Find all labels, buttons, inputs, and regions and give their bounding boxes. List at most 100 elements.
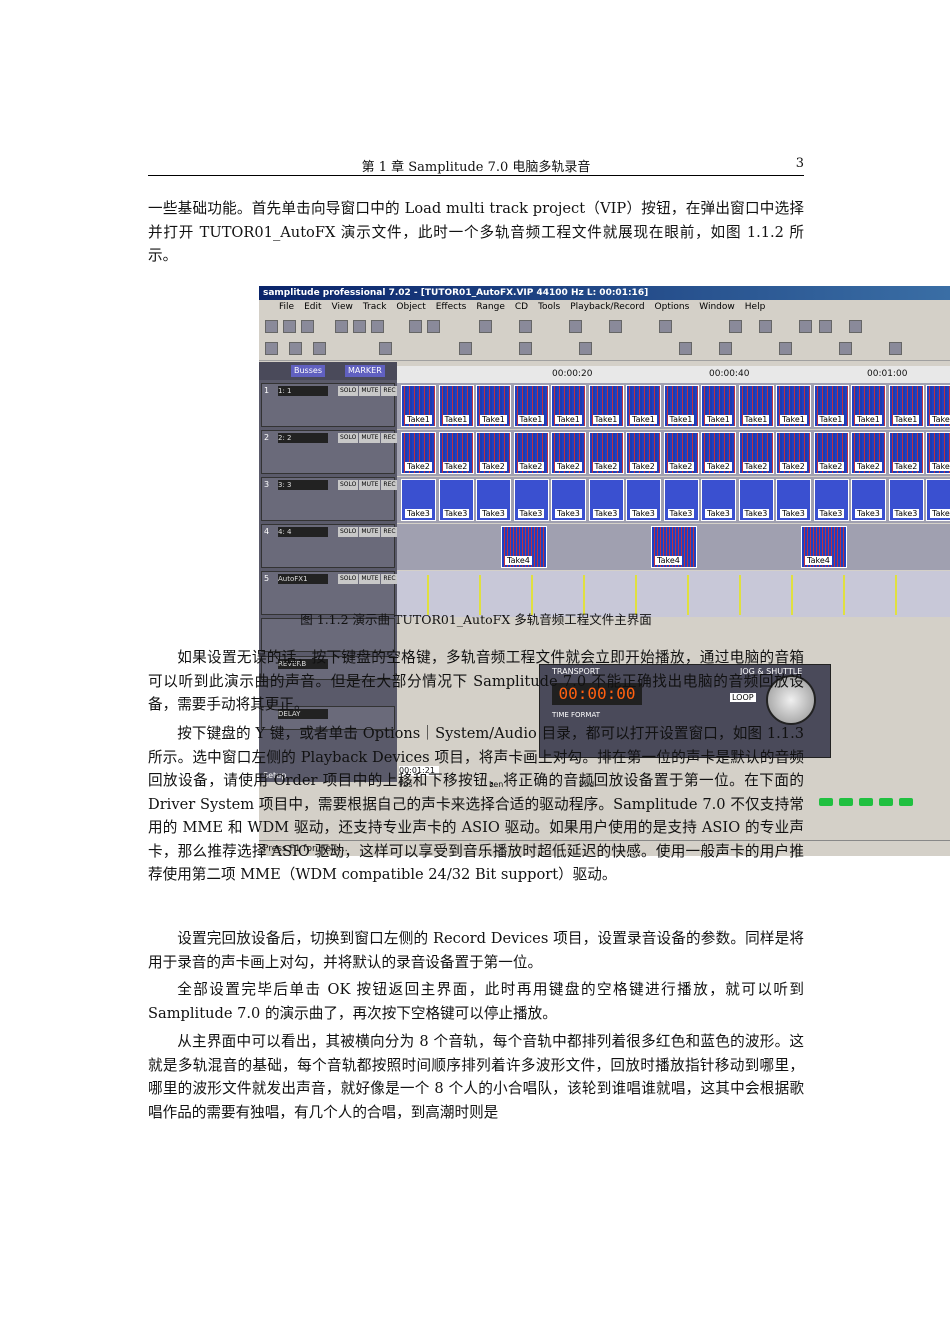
menu-view[interactable]: View [332,300,353,315]
audio-clip[interactable]: Take2 [626,432,661,474]
mute-button[interactable]: MUTE [359,527,381,537]
menu-effects[interactable]: Effects [436,300,467,315]
audio-clip[interactable]: Take3 [438,479,474,521]
audio-clip[interactable]: Take1 [626,385,661,427]
opt-record-icon[interactable] [799,320,812,333]
track-name[interactable]: 4: 4 [278,527,328,537]
audio-clip[interactable]: Take3 [663,479,699,521]
audio-clip[interactable]: Take2 [851,432,886,474]
audio-clip[interactable]: Take2 [926,432,950,474]
audio-clip[interactable]: Take3 [588,479,624,521]
rewind-icon[interactable] [679,342,692,355]
track-icon[interactable] [779,342,792,355]
audio-clip[interactable]: Take1 [513,385,549,427]
menu-tools[interactable]: Tools [538,300,560,315]
audio-clip[interactable]: Take2 [701,432,736,474]
audio-clip[interactable]: Take1 [851,385,886,427]
record-icon[interactable] [819,320,832,333]
mute-button[interactable]: MUTE [359,574,381,584]
audio-clip[interactable]: Take3 [701,479,736,521]
track-lane-4[interactable]: Take4 Take4 Take4 [397,524,950,570]
audio-clip[interactable]: Take4 [801,526,847,568]
copy-icon[interactable] [353,320,366,333]
audio-clip[interactable]: Take2 [588,432,624,474]
audio-clip[interactable]: Take3 [551,479,586,521]
track-name[interactable]: AutoFX1 [278,574,328,584]
rec-button[interactable]: REC [381,574,398,584]
track-header-2[interactable]: 2 2: 2 SOLO MUTE REC [261,430,398,474]
undo-icon[interactable] [409,320,422,333]
save-icon[interactable] [301,320,314,333]
track-lane-1[interactable]: Take1 Take1 Take1 Take1 Take1 Take1 Take1 Take1… [397,383,950,429]
audio-clip[interactable]: Take1 [813,385,849,427]
mute-button[interactable]: MUTE [359,433,381,443]
audio-clip[interactable]: Take3 [776,479,811,521]
menu-window[interactable]: Window [699,300,735,315]
audio-clip[interactable]: Take3 [738,479,774,521]
volume-icon[interactable] [839,342,852,355]
audio-clip[interactable]: Take1 [776,385,811,427]
grid-icon[interactable] [289,342,302,355]
marker-button[interactable]: MARKER [345,365,385,377]
audio-clip[interactable]: Take4 [501,526,547,568]
automation-marker[interactable] [895,575,897,615]
menu-track[interactable]: Track [363,300,387,315]
menu-range[interactable]: Range [476,300,505,315]
menu-object[interactable]: Object [396,300,425,315]
menu-cd[interactable]: CD [515,300,528,315]
track-name[interactable]: 3: 3 [278,480,328,490]
mixer-icon[interactable] [569,320,582,333]
solo-button[interactable]: SOLO [338,433,359,443]
audio-clip[interactable]: Take3 [888,479,924,521]
busses-button[interactable]: Busses [291,365,325,377]
track-lane-3[interactable]: Take3 Take3 Take3 Take3 Take3 Take3 Take3 Take3… [397,477,950,523]
track-name[interactable]: 1: 1 [278,386,328,396]
audio-clip[interactable]: Take3 [851,479,886,521]
audio-clip[interactable]: Take1 [926,385,950,427]
menu-help[interactable]: Help [745,300,766,315]
track-header-3[interactable]: 3 3: 3 SOLO MUTE REC [261,477,398,521]
audio-clip[interactable]: Take3 [926,479,950,521]
solo-button[interactable]: SOLO [338,527,359,537]
mute-button[interactable]: MUTE [359,480,381,490]
audio-clip[interactable]: Take2 [776,432,811,474]
rec-button[interactable]: REC [381,433,398,443]
rec-button[interactable]: REC [381,386,398,396]
track-name[interactable]: 2: 2 [278,433,328,443]
audio-clip[interactable]: Take1 [738,385,774,427]
mute-button[interactable]: MUTE [359,386,381,396]
meter-icon[interactable] [849,320,862,333]
stop-icon[interactable] [759,320,772,333]
menu-file[interactable]: File [279,300,294,315]
redo-icon[interactable] [427,320,440,333]
snap-icon[interactable] [459,342,472,355]
audio-clip[interactable]: Take2 [401,432,436,474]
menu-options[interactable]: Options [655,300,690,315]
play-icon[interactable] [729,320,742,333]
audio-clip[interactable]: Take2 [551,432,586,474]
fx-icon[interactable] [579,342,592,355]
track-header-1[interactable]: 1 1: 1 SOLO MUTE REC [261,383,398,427]
audio-clip[interactable]: Take1 [476,385,511,427]
audio-clip[interactable]: Take1 [701,385,736,427]
edit-icon[interactable] [519,320,532,333]
zoom-icon[interactable] [379,342,392,355]
forward-icon[interactable] [719,342,732,355]
solo-button[interactable]: SOLO [338,574,359,584]
audio-clip[interactable]: Take1 [588,385,624,427]
audio-clip[interactable]: Take2 [663,432,699,474]
menu-playback-record[interactable]: Playback/Record [570,300,644,315]
audio-clip[interactable]: Take2 [438,432,474,474]
audio-clip[interactable]: Take3 [626,479,661,521]
audio-clip[interactable]: Take2 [513,432,549,474]
audio-clip[interactable]: Take1 [551,385,586,427]
solo-button[interactable]: SOLO [338,480,359,490]
audio-clip[interactable]: Take4 [651,526,697,568]
track-header-4[interactable]: 4 4: 4 SOLO MUTE REC [261,524,398,568]
view-icon[interactable] [265,342,278,355]
link-icon[interactable] [889,342,902,355]
timer-icon[interactable] [659,320,672,333]
audio-clip[interactable]: Take1 [401,385,436,427]
menu-edit[interactable]: Edit [304,300,321,315]
audio-clip[interactable]: Take3 [513,479,549,521]
